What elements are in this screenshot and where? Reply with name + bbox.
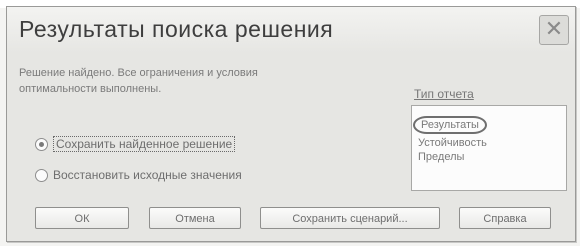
close-icon: ✕ [544, 16, 564, 41]
ok-button[interactable]: ОК [35, 207, 129, 229]
report-type-label: Тип отчета [414, 87, 474, 101]
title-bar: Результаты поиска решения ✕ [7, 7, 575, 53]
save-scenario-button[interactable]: Сохранить сценарий... [260, 207, 440, 229]
dialog-title: Результаты поиска решения [19, 16, 334, 42]
radio-label-restore: Восстановить исходные значения [53, 168, 242, 182]
report-item-sensitivity[interactable]: Устойчивость [418, 136, 487, 150]
report-item-results[interactable]: Результаты [413, 116, 487, 134]
message-line-2: оптимальности выполнены. [19, 83, 162, 95]
radio-button-icon[interactable] [35, 137, 48, 151]
cancel-button[interactable]: Отмена [149, 207, 241, 229]
radio-keep-solution[interactable]: Сохранить найденное решение [35, 135, 236, 153]
radio-label-keep: Сохранить найденное решение [53, 136, 236, 152]
result-message: Решение найдено. Все ограничения и услов… [19, 65, 379, 97]
report-type-list[interactable]: Результаты Устойчивость Пределы [411, 105, 567, 191]
solver-results-dialog: Результаты поиска решения ✕ Решение найд… [6, 6, 576, 242]
radio-button-icon[interactable] [35, 168, 48, 182]
report-item-limits[interactable]: Пределы [418, 150, 464, 164]
message-line-1: Решение найдено. Все ограничения и услов… [19, 67, 258, 79]
radio-restore-values[interactable]: Восстановить исходные значения [35, 166, 242, 184]
help-button[interactable]: Справка [459, 207, 551, 229]
close-button[interactable]: ✕ [539, 15, 569, 45]
